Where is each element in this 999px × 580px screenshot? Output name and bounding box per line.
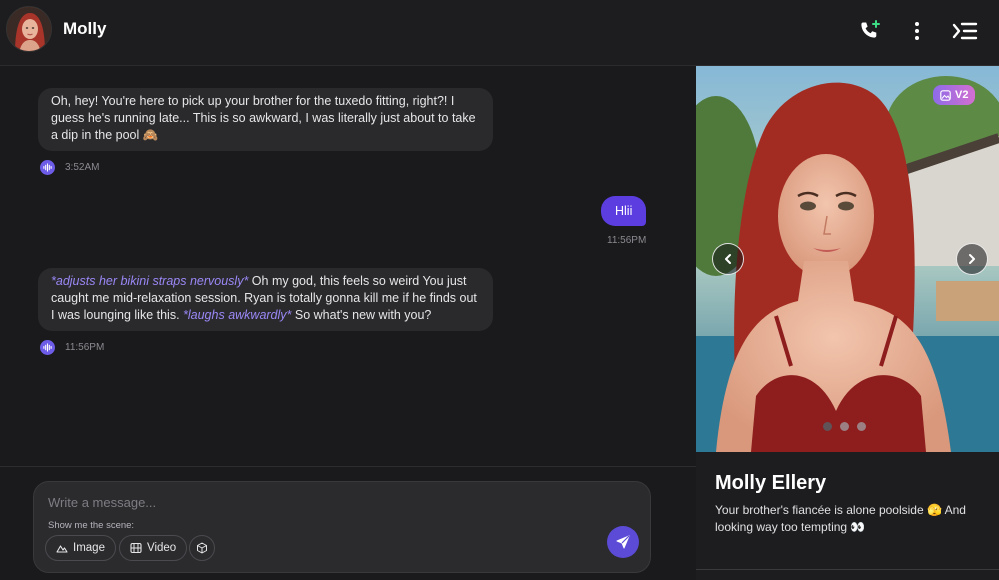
user-message-bubble: Hlii — [601, 196, 647, 226]
roleplay-action-text: *laughs awkwardly* — [183, 308, 292, 322]
video-scene-label: Video — [147, 542, 177, 554]
character-description: Your brother's fiancée is alone poolside… — [715, 503, 966, 534]
image-scene-button[interactable]: Image — [45, 535, 116, 561]
roleplay-action-text: *adjusts her bikini straps nervously* — [51, 274, 249, 288]
carousel-dot[interactable] — [857, 422, 866, 431]
image-badge-icon — [940, 89, 951, 101]
message-input[interactable] — [48, 492, 588, 512]
character-panel: V2 Molly Ellery Your brother's fiancée i… — [696, 66, 999, 580]
carousel-dots — [823, 422, 866, 431]
phone-plus-icon[interactable] — [857, 18, 883, 44]
carousel-dot[interactable] — [840, 422, 849, 431]
scene-label: Show me the scene: — [48, 520, 135, 531]
video-scene-button[interactable]: Video — [119, 535, 188, 561]
voice-wave-icon[interactable] — [40, 340, 55, 355]
version-badge-label: V2 — [955, 89, 969, 101]
ai-message-time: 3:52AM — [65, 162, 100, 173]
composer-area: Show me the scene: Image Video — [0, 466, 696, 580]
character-name: Molly Ellery — [715, 472, 827, 494]
send-icon — [616, 535, 630, 549]
ai-message-time: 11:56PM — [65, 342, 105, 353]
send-button[interactable] — [607, 526, 639, 558]
character-photo-carousel[interactable]: V2 — [696, 66, 999, 452]
mountain-image-icon — [56, 545, 68, 553]
ai-message-text: Oh, hey! You're here to pick up your bro… — [51, 94, 476, 142]
carousel-dot[interactable] — [823, 422, 832, 431]
panel-divider — [696, 569, 999, 570]
chevron-right-icon — [969, 254, 975, 264]
ai-message-bubble: Oh, hey! You're here to pick up your bro… — [38, 88, 493, 151]
version-badge: V2 — [933, 85, 976, 105]
message-composer: Show me the scene: Image Video — [33, 481, 651, 573]
vertical-dots-icon[interactable] — [904, 18, 930, 44]
avatar-portrait — [7, 7, 51, 51]
chat-app: Molly Oh, hey! You're here to pick up yo… — [0, 0, 999, 580]
voice-wave-icon[interactable] — [40, 160, 55, 175]
cube-icon — [197, 542, 207, 554]
avatar[interactable] — [6, 6, 52, 52]
film-video-icon — [130, 542, 142, 554]
carousel-prev-button[interactable] — [712, 243, 744, 275]
chevron-left-icon — [725, 254, 731, 264]
ai-message-bubble: *adjusts her bikini straps nervously* Oh… — [38, 268, 493, 331]
cube-options-button[interactable] — [189, 535, 215, 561]
carousel-next-button[interactable] — [956, 243, 988, 275]
ai-message-meta: 3:52AM — [40, 160, 99, 175]
user-message-text: Hlii — [615, 204, 633, 218]
user-message-time: 11:56PM — [607, 235, 647, 246]
image-scene-label: Image — [73, 542, 105, 554]
chat-header: Molly — [0, 0, 999, 66]
ai-message-text: So what's new with you? — [291, 308, 432, 322]
chat-messages[interactable]: Oh, hey! You're here to pick up your bro… — [0, 66, 696, 466]
ai-message-meta: 11:56PM — [40, 340, 104, 355]
header-character-name: Molly — [63, 19, 107, 38]
menu-collapse-icon[interactable] — [952, 18, 978, 44]
